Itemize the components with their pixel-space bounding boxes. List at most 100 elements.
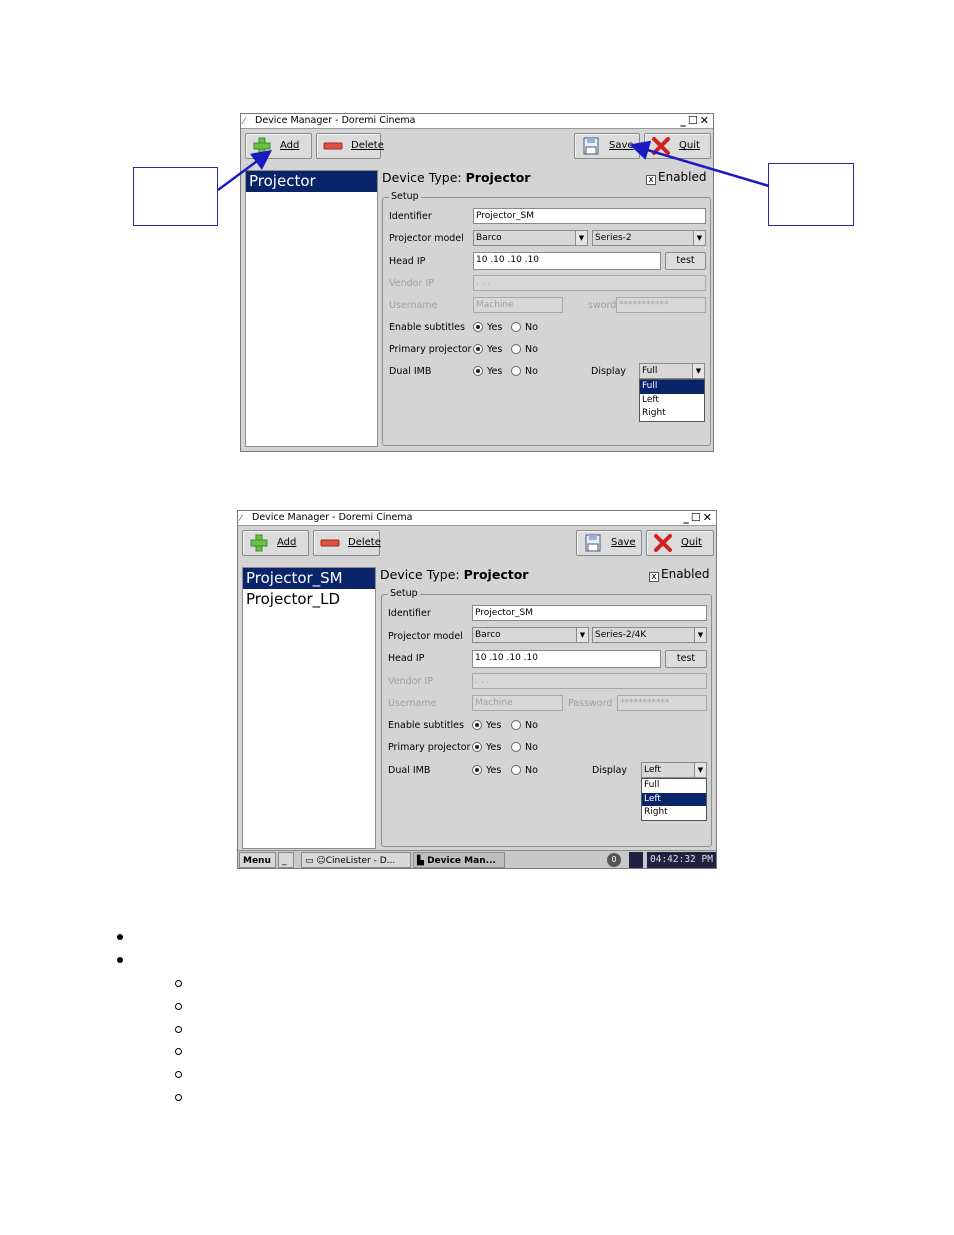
taskbar-cinelister[interactable]: ▭ ☺CineLister - D... [301, 852, 411, 868]
radio-label: Yes [486, 720, 502, 731]
app-icon: ▙ [417, 856, 428, 866]
display-dropdown[interactable]: Full Left Right [639, 379, 705, 422]
projector-model-value: Barco [475, 630, 501, 640]
add-button[interactable]: Add [245, 133, 312, 159]
taskbar-label: CineLister - D... [325, 856, 396, 866]
device-list[interactable]: Projector_SM Projector_LD [242, 567, 376, 849]
taskbar-device-manager[interactable]: ▙ Device Man... [413, 852, 505, 868]
password-field: *********** [617, 695, 707, 711]
series-value: Series-2 [595, 233, 632, 243]
setup-legend: Setup [388, 588, 420, 600]
list-item[interactable]: Projector_SM [243, 568, 375, 589]
subtitles-no-radio[interactable]: No [511, 720, 538, 732]
vendor-ip-label: Vendor IP [389, 278, 434, 289]
identifier-field[interactable]: Projector_SM [473, 208, 706, 224]
radio-label: Yes [487, 322, 503, 333]
radio-label: No [525, 720, 538, 731]
delete-button[interactable]: Delete [316, 133, 384, 159]
app-icon: ⁄ [243, 117, 245, 127]
checkbox-mark: x [649, 572, 659, 582]
chevron-down-icon: ▼ [576, 628, 588, 642]
save-button[interactable]: Save [576, 530, 642, 556]
title-bar: ⁄ Device Manager - Doremi Cinema _☐✕ [238, 511, 716, 526]
display-dropdown[interactable]: Full Left Right [641, 778, 707, 821]
test-button[interactable]: test [665, 650, 707, 668]
quit-button[interactable]: Quit [644, 133, 711, 159]
save-button[interactable]: Save [574, 133, 640, 159]
series-select[interactable]: Series-2 ▼ [592, 230, 706, 246]
callout-box-left [133, 167, 218, 226]
display-select[interactable]: Left ▼ [641, 762, 707, 778]
primary-no-radio[interactable]: No [511, 742, 538, 754]
delete-label: Delete [348, 537, 381, 548]
projector-model-label: Projector model [388, 631, 463, 642]
sub-bullet [175, 1003, 182, 1010]
subtitles-yes-radio[interactable]: Yes [472, 720, 501, 732]
dual-imb-label: Dual IMB [388, 765, 431, 776]
quit-button[interactable]: Quit [646, 530, 714, 556]
radio-label: No [525, 322, 538, 333]
chevron-down-icon: ▼ [694, 628, 706, 642]
primary-yes-radio[interactable]: Yes [473, 344, 502, 356]
username-label: Username [389, 300, 438, 311]
head-ip-label: Head IP [388, 653, 425, 664]
menu-button[interactable]: Menu [239, 852, 276, 868]
enabled-checkbox[interactable]: x Enabled [646, 170, 707, 185]
username-field: Machine [472, 695, 563, 711]
dropdown-option[interactable]: Left [640, 394, 704, 408]
device-type: Device Type: Projector [380, 567, 528, 582]
display-label: Display [592, 765, 628, 776]
primary-yes-radio[interactable]: Yes [472, 742, 501, 754]
floppy-icon [583, 137, 599, 155]
test-button[interactable]: test [665, 252, 706, 270]
display-select[interactable]: Full ▼ [639, 363, 705, 379]
device-manager-window-1: ⁄ Device Manager - Doremi Cinema _☐✕ Add… [240, 113, 714, 452]
subtitles-no-radio[interactable]: No [511, 322, 538, 334]
dropdown-option[interactable]: Left [642, 792, 706, 806]
head-ip-field[interactable]: 10 .10 .10 .10 [473, 252, 661, 270]
device-list[interactable]: Projector [245, 170, 378, 447]
projector-model-select[interactable]: Barco ▼ [473, 230, 588, 246]
subtitles-yes-radio[interactable]: Yes [473, 322, 502, 334]
subtitles-label: Enable subtitles [389, 322, 465, 333]
projector-model-select[interactable]: Barco ▼ [472, 627, 589, 643]
dual-no-radio[interactable]: No [511, 366, 538, 378]
head-ip-field[interactable]: 10 .10 .10 .10 [472, 650, 661, 668]
window-controls[interactable]: _☐✕ [683, 511, 714, 525]
add-label: Add [277, 537, 297, 548]
dual-yes-radio[interactable]: Yes [473, 366, 502, 378]
radio-label: Yes [487, 366, 503, 377]
dropdown-option[interactable]: Right [640, 407, 704, 421]
enabled-checkbox[interactable]: x Enabled [649, 567, 710, 582]
window-controls[interactable]: _☐✕ [680, 114, 711, 128]
radio-icon [472, 720, 482, 730]
password-label: Password [568, 698, 613, 709]
dual-no-radio[interactable]: No [511, 765, 538, 777]
radio-icon [473, 322, 483, 332]
dual-imb-label: Dual IMB [389, 366, 432, 377]
dropdown-option[interactable]: Full [640, 380, 704, 394]
list-item[interactable]: Projector_LD [243, 589, 375, 610]
app-icon: ▭ ☺ [305, 856, 326, 866]
dual-yes-radio[interactable]: Yes [472, 765, 501, 777]
radio-icon [511, 366, 521, 376]
minimize-all-button[interactable]: _ [278, 852, 294, 868]
series-select[interactable]: Series-2/4K ▼ [592, 627, 707, 643]
sub-bullet [175, 980, 182, 987]
vendor-ip-field: . . . [473, 275, 706, 291]
identifier-field[interactable]: Projector_SM [472, 605, 707, 621]
enabled-label: Enabled [658, 170, 707, 184]
username-label: Username [388, 698, 437, 709]
callout-box-right [768, 163, 854, 226]
taskbar: Menu _ ▭ ☺CineLister - D... ▙ Device Man… [238, 850, 716, 868]
list-item[interactable]: Projector [246, 171, 377, 192]
dropdown-option[interactable]: Full [642, 779, 706, 793]
identifier-label: Identifier [388, 608, 431, 619]
primary-no-radio[interactable]: No [511, 344, 538, 356]
device-type-value: Projector [465, 170, 531, 185]
radio-icon [472, 742, 482, 752]
notification-badge[interactable]: 0 [607, 853, 621, 867]
dropdown-option[interactable]: Right [642, 806, 706, 820]
add-button[interactable]: Add [242, 530, 309, 556]
delete-button[interactable]: Delete [313, 530, 381, 556]
